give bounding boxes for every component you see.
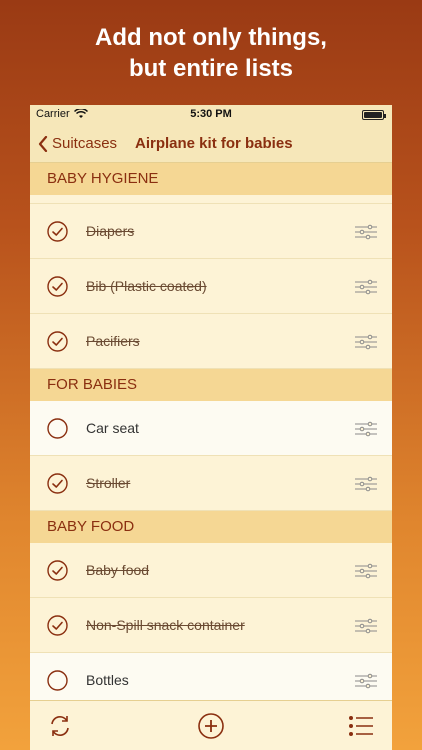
list-item[interactable]: Diapers [30,204,392,259]
sliders-icon[interactable] [355,673,377,689]
phone-screen: Carrier 5:30 PM Suitcases Airplane kit f… [30,105,392,750]
item-label: Car seat [86,420,139,436]
add-icon[interactable] [196,711,226,741]
section-header: BABY HYGIENE [30,163,392,195]
page-title: Airplane kit for babies [135,135,293,152]
sliders-icon[interactable] [355,279,377,295]
headline: Add not only things, but entire lists [0,22,422,84]
checked-circle-icon[interactable] [47,615,68,636]
section-header: FOR BABIES [30,369,392,401]
back-button[interactable]: Suitcases [38,135,117,152]
nav-bar: Suitcases Airplane kit for babies [30,125,392,163]
item-label: Non-Spill snack container [86,617,245,633]
status-bar: Carrier 5:30 PM [30,105,392,125]
battery-icon [362,110,386,120]
sliders-icon[interactable] [355,476,377,492]
sync-icon[interactable] [45,711,75,741]
checked-circle-icon[interactable] [47,331,68,352]
back-label: Suitcases [52,135,118,152]
sliders-icon[interactable] [355,421,377,437]
sliders-icon[interactable] [355,563,377,579]
list-item[interactable]: Baby food [30,543,392,598]
section-header: BABY FOOD [30,511,392,543]
checked-circle-icon[interactable] [47,560,68,581]
sliders-icon[interactable] [355,224,377,240]
checked-circle-icon[interactable] [47,276,68,297]
list-icon[interactable] [346,711,376,741]
headline-line-2: but entire lists [128,55,294,82]
checked-circle-icon[interactable] [47,473,68,494]
item-label: Stroller [86,475,131,491]
checklist: BABY HYGIENE Diapers Bib (Plastic coated) P… [30,163,392,708]
empty-circle-icon[interactable] [47,670,68,691]
item-label: Diapers [86,223,135,239]
sliders-icon[interactable] [355,334,377,350]
chevron-left-icon [38,135,48,152]
sliders-icon[interactable] [355,618,377,634]
empty-circle-icon[interactable] [47,418,68,439]
list-spacer [30,195,392,204]
list-item[interactable]: Non-Spill snack container [30,598,392,653]
list-item[interactable]: Stroller [30,456,392,511]
checked-circle-icon[interactable] [47,221,68,242]
clock: 5:30 PM [190,108,232,120]
list-item[interactable]: Car seat [30,401,392,456]
item-label: Baby food [86,562,150,578]
list-item[interactable]: Bib (Plastic coated) [30,259,392,314]
item-label: Bib (Plastic coated) [86,278,207,294]
item-label: Pacifiers [86,333,140,349]
list-item[interactable]: Pacifiers [30,314,392,369]
headline-line-1: Add not only things, [95,24,327,51]
bottom-toolbar [30,700,392,750]
